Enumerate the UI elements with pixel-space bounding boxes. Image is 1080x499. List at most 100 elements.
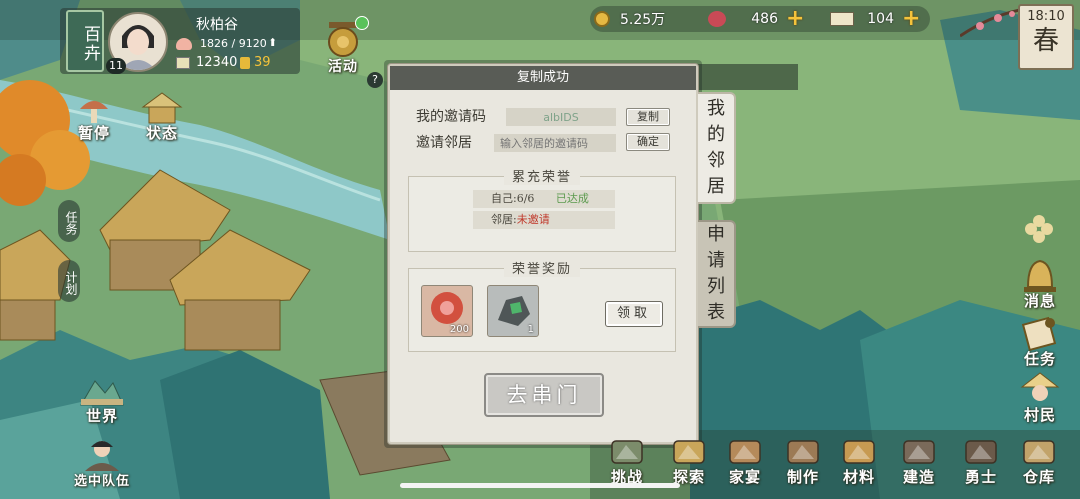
materials-icon (843, 440, 875, 464)
event-notify-dot (355, 16, 369, 30)
my-code-field: albIDS (506, 108, 616, 126)
gems-resource[interactable]: 486 + (708, 8, 804, 30)
flower-icon (1025, 215, 1053, 243)
self-status: 已达成 (555, 192, 589, 205)
pause-label: 暂停 (77, 124, 110, 142)
team-button[interactable] (80, 436, 124, 472)
tasks-side-button[interactable]: 任务 (58, 200, 80, 242)
claim-button[interactable]: 领取 (605, 301, 663, 327)
neighbor-progress-row: 邻居:未邀请 (473, 211, 615, 229)
gems-value: 486 (751, 11, 778, 27)
mountain-map-icon (80, 380, 124, 406)
my-code-label: 我的邀请码 (416, 109, 486, 125)
reward-2-count: 1 (527, 324, 534, 335)
village-badge[interactable]: 百卉 (66, 10, 104, 72)
gem-icon (708, 11, 726, 27)
self-progress: 自己:6/6 (491, 192, 535, 205)
craft-icon (787, 440, 819, 464)
stamina-icon (176, 38, 192, 50)
tab-request-list-char-2: 请 (707, 250, 725, 271)
house-status-icon (141, 92, 183, 124)
coin-icon (594, 11, 610, 27)
food-value: 12340 (196, 55, 238, 70)
ticket-icon (830, 12, 854, 26)
tab-request-list[interactable]: 申 请 列 表 (698, 220, 736, 328)
neighbor-label: 邻居: (491, 213, 517, 226)
tasks-label: 任务 (1023, 350, 1056, 368)
villagers-label: 村民 (1023, 406, 1056, 424)
flower-menu-button[interactable] (1022, 212, 1056, 246)
villagers-button[interactable] (1018, 370, 1062, 408)
reward-1-count: 200 (449, 324, 469, 335)
tasks-button[interactable] (1018, 314, 1062, 352)
materials-label: 材料 (842, 468, 875, 486)
pause-button[interactable] (74, 92, 114, 126)
tab-my-neighbors-char-4: 居 (707, 176, 725, 197)
warrior-button[interactable] (958, 434, 1004, 468)
player-name: 秋柏谷 (196, 17, 238, 33)
home-indicator (400, 483, 680, 488)
help-icon[interactable]: ? (367, 72, 383, 88)
explore-icon (673, 440, 705, 464)
confirm-button[interactable]: 确定 (626, 133, 670, 151)
villager-hat-icon (1020, 372, 1060, 401)
coins-resource: 5.25万 (594, 8, 665, 30)
player-level: 11 (106, 58, 126, 74)
feast-icon (729, 440, 761, 464)
challenge-button[interactable] (604, 434, 650, 468)
gems-plus-icon[interactable]: + (786, 8, 804, 30)
season-label: 春 (1032, 26, 1059, 56)
food-icon (176, 57, 190, 69)
reward-title: 荣誉奖励 (503, 258, 581, 277)
tickets-value: 104 (867, 11, 894, 27)
tab-request-list-char-1: 申 (707, 224, 725, 245)
warehouse-button[interactable] (1016, 434, 1062, 468)
warrior-icon (965, 440, 997, 464)
event-label: 活动 (328, 59, 358, 75)
team-portrait-icon (85, 441, 119, 471)
world-button[interactable] (78, 372, 126, 408)
build-label: 建造 (902, 468, 935, 486)
world-label: 世界 (85, 407, 118, 425)
tickets-resource[interactable]: 104 + (830, 8, 920, 30)
craft-button[interactable] (780, 434, 826, 468)
copy-button[interactable]: 复制 (626, 108, 670, 126)
invite-dialog: 复制成功 我的邀请码 albIDS 复制 邀请邻居 确定 累充荣誉 自己:6/6… (388, 64, 698, 444)
tab-request-list-char-3: 列 (707, 276, 725, 297)
status-button[interactable] (140, 90, 184, 126)
reward-item-1[interactable]: 200 (421, 285, 473, 337)
tab-my-neighbors[interactable]: 我 的 邻 居 (698, 92, 736, 204)
build-icon (903, 440, 935, 464)
build-button[interactable] (896, 434, 942, 468)
invite-code-input[interactable] (494, 134, 616, 152)
plum-branch-icon (959, 6, 1021, 46)
self-progress-row: 自己:6/6 已达成 (473, 190, 615, 208)
feast-label: 家宴 (728, 468, 761, 486)
reward-item-2[interactable]: 1 (487, 285, 539, 337)
team-label: 选中队伍 (73, 474, 130, 489)
honor-section: 累充荣誉 自己:6/6 已达成 邻居:未邀请 (408, 166, 676, 252)
plan-side-button[interactable]: 计划 (58, 260, 80, 302)
scroll-icon (1021, 316, 1057, 351)
stamina-up-icon: ⬆ (268, 36, 278, 49)
craft-label: 制作 (786, 468, 819, 486)
food-alert-icon (240, 57, 250, 69)
tab-my-neighbors-char-1: 我 (707, 98, 725, 119)
materials-button[interactable] (836, 434, 882, 468)
feast-button[interactable] (722, 434, 768, 468)
clock-season-box[interactable]: 18:10 春 (1018, 4, 1074, 70)
visit-button[interactable]: 去串门 (484, 373, 604, 417)
messages-label: 消息 (1023, 292, 1056, 310)
tab-request-list-char-4: 表 (707, 302, 725, 323)
warrior-label: 勇士 (964, 468, 997, 486)
tickets-plus-icon[interactable]: + (902, 8, 920, 30)
explore-button[interactable] (666, 434, 712, 468)
coins-value: 5.25万 (620, 12, 666, 28)
stamina-value: 1826 / 9120 (200, 37, 267, 50)
honor-title: 累充荣誉 (503, 166, 581, 185)
tab-my-neighbors-char-2: 的 (707, 124, 725, 145)
invite-neighbor-label: 邀请邻居 (416, 135, 472, 151)
warehouse-icon (1023, 440, 1055, 464)
challenge-icon (611, 440, 643, 464)
neighbor-status: 未邀请 (516, 213, 550, 226)
